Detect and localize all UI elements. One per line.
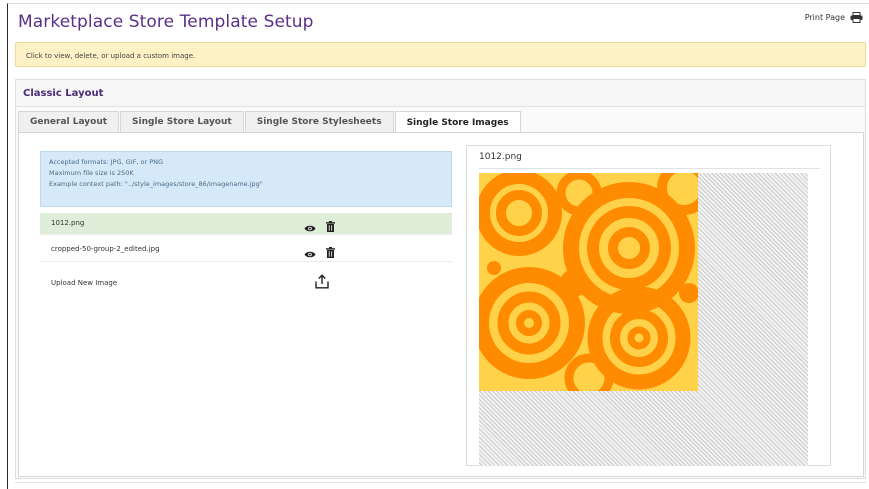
panel-title: Classic Layout	[23, 88, 104, 99]
max-file-size-text: Maximum file size is 250K	[49, 169, 134, 177]
print-page-label: Print Page	[804, 13, 845, 22]
tab-single-store-stylesheets[interactable]: Single Store Stylesheets	[244, 111, 394, 132]
file-name: cropped-50-group-2_edited.jpg	[51, 245, 160, 253]
info-notice: Click to view, delete, or upload a custo…	[15, 42, 866, 67]
preview-title: 1012.png	[479, 152, 522, 162]
preview-image	[479, 173, 698, 391]
tab-content: Accepted formats: JPG, GIF, or PNG Maxim…	[18, 132, 864, 477]
file-row-1012-png[interactable]: 1012.png	[40, 213, 452, 234]
image-preview-panel: 1012.png	[466, 145, 831, 466]
tab-bar: General Layout Single Store Layout Singl…	[18, 111, 522, 133]
print-page-button[interactable]: Print Page	[805, 12, 863, 23]
classic-layout-panel: Classic Layout General Layout Single Sto…	[15, 79, 866, 479]
tab-single-store-layout[interactable]: Single Store Layout	[120, 111, 244, 132]
example-path-text: Example context path: "../style_images/s…	[49, 180, 263, 188]
upload-icon[interactable]	[315, 274, 329, 293]
panel-header	[16, 80, 865, 107]
printer-icon	[850, 12, 863, 23]
tab-general-layout[interactable]: General Layout	[18, 111, 120, 132]
preview-divider	[479, 168, 820, 169]
row-divider	[40, 261, 452, 262]
notice-text: Click to view, delete, or upload a custo…	[26, 52, 196, 60]
file-name: 1012.png	[51, 219, 85, 227]
upload-new-image-label: Upload New Image	[51, 279, 118, 287]
page-title: Marketplace Store Template Setup	[18, 12, 314, 32]
file-row-cropped-50-group-2[interactable]: cropped-50-group-2_edited.jpg	[40, 239, 452, 260]
page-bottom-divider	[15, 482, 866, 483]
upload-info-box: Accepted formats: JPG, GIF, or PNG Maxim…	[40, 151, 452, 207]
tab-single-store-images[interactable]: Single Store Images	[394, 111, 521, 133]
trash-icon[interactable]	[326, 243, 335, 262]
row-divider	[40, 234, 452, 235]
accepted-formats-text: Accepted formats: JPG, GIF, or PNG	[49, 158, 164, 166]
